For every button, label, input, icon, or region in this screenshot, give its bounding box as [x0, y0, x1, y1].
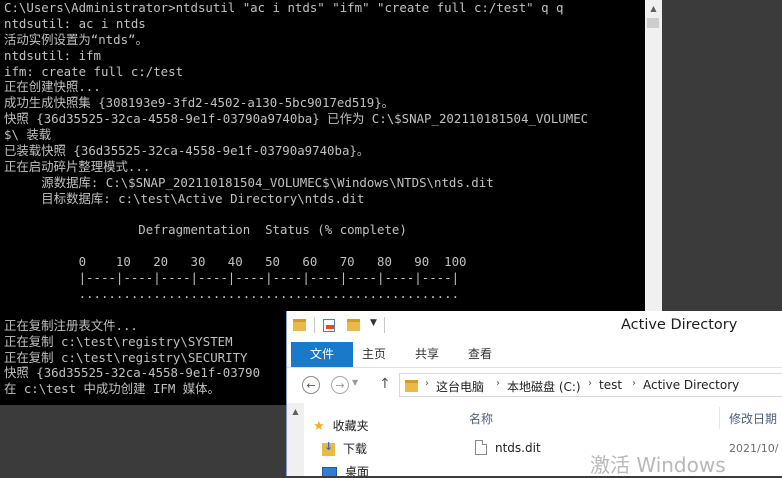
chevron-right-icon[interactable]: › — [425, 378, 429, 389]
console-line: 活动实例设置为“ntds”。 — [4, 31, 148, 47]
nav-item-label: 桌面 — [345, 465, 370, 476]
breadcrumb-active-directory[interactable]: Active Directory — [643, 378, 739, 392]
console-line: Defragmentation Status (% complete) — [4, 222, 407, 238]
file-modified-date: 2021/10/ — [729, 442, 779, 455]
scroll-up-icon[interactable]: ▲ — [287, 407, 304, 416]
desktop-icon — [322, 466, 337, 476]
console-line: ifm: create full c:/test — [4, 63, 184, 79]
console-line: 正在启动碎片整理模式... — [4, 158, 151, 174]
tab-view[interactable]: 查看 — [468, 342, 492, 367]
console-line: 源数据库: C:\$SNAP_202110181504_VOLUMEC$\Win… — [4, 174, 494, 190]
star-icon: ★ — [313, 419, 325, 434]
nav-item-favorites[interactable]: ★ 收藏夹 — [313, 417, 369, 434]
console-line: 已装载快照 {36d35525-32ca-4558-9e1f-03790a974… — [4, 143, 370, 159]
toolbar-divider — [314, 317, 315, 333]
scroll-thumb[interactable] — [647, 18, 659, 28]
nav-item-desktop[interactable]: 桌面 — [322, 463, 369, 476]
chevron-right-icon[interactable]: › — [588, 378, 592, 389]
back-arrow-icon[interactable]: ← — [302, 376, 320, 394]
console-line: 快照 {36d35525-32ca-4558-9e1f-03790a9740ba… — [4, 111, 589, 127]
folder-icon — [405, 380, 418, 392]
nav-item-downloads[interactable]: 下载 — [322, 440, 367, 457]
desktop-background — [0, 405, 290, 476]
console-line: 成功生成快照集 {308193e9-3fd2-4502-a130-5bc9017… — [4, 95, 395, 111]
up-arrow-icon[interactable]: ↑ — [379, 376, 391, 392]
chevron-right-icon[interactable]: › — [496, 378, 500, 389]
console-line: $\ 装载 — [4, 127, 52, 143]
nav-item-label: 收藏夹 — [332, 419, 369, 433]
console-line: C:\Users\Administrator>ntdsutil "ac i nt… — [4, 0, 564, 15]
column-header-name[interactable]: 名称 — [469, 410, 493, 427]
address-input[interactable]: › 这台电脑 › 本地磁盘 (C:) › test › Active Direc… — [399, 373, 782, 397]
console-line: 目标数据库: c:\test\Active Directory\ntds.dit — [4, 190, 365, 206]
window-title: Active Directory — [621, 317, 738, 333]
nav-scrollbar[interactable]: ▲ — [287, 403, 304, 476]
title-bar[interactable]: ▼ Active Directory — [287, 311, 782, 342]
console-line: ntdsutil: ifm — [4, 47, 101, 63]
new-folder-icon[interactable] — [347, 319, 360, 331]
breadcrumb-test[interactable]: test — [599, 378, 622, 392]
toolbar-divider — [384, 317, 385, 333]
breadcrumb-this-pc[interactable]: 这台电脑 — [436, 378, 484, 395]
activation-watermark: 激活 Windows — [590, 453, 726, 477]
address-bar-row: ← → ▼ ↑ › 这台电脑 › 本地磁盘 (C:) › test › Acti… — [287, 368, 782, 402]
file-icon — [475, 440, 487, 455]
navigation-pane: ▲ ★ 收藏夹 下载 桌面 — [287, 403, 453, 476]
column-divider[interactable] — [719, 407, 720, 429]
chevron-down-icon[interactable]: ▼ — [352, 378, 358, 387]
chevron-right-icon[interactable]: › — [632, 378, 636, 389]
console-line: |----|----|----|----|----|----|----|----… — [4, 270, 460, 286]
download-folder-icon — [322, 440, 335, 456]
tab-file[interactable]: 文件 — [291, 342, 353, 367]
chevron-down-icon[interactable]: ▼ — [370, 318, 377, 328]
file-name: ntds.dit — [495, 441, 541, 455]
breadcrumb-local-disk[interactable]: 本地磁盘 (C:) — [507, 378, 581, 395]
console-line: ntdsutil: ac i ntds — [4, 15, 146, 31]
ribbon-tabs: 文件 主页 共享 查看 — [287, 342, 782, 368]
properties-icon[interactable] — [323, 319, 335, 332]
scroll-up-icon[interactable]: ▲ — [645, 0, 662, 17]
console-line: 0 10 20 30 40 50 60 70 80 90 100 — [4, 254, 467, 270]
nav-item-label: 下载 — [343, 442, 368, 456]
tab-share[interactable]: 共享 — [415, 342, 439, 367]
console-line: ........................................… — [4, 286, 460, 302]
folder-icon[interactable] — [293, 319, 306, 331]
column-header-modified[interactable]: 修改日期 — [729, 410, 777, 427]
forward-arrow-icon[interactable]: → — [331, 376, 349, 394]
tab-home[interactable]: 主页 — [362, 342, 386, 367]
console-line: 正在创建快照... — [4, 79, 101, 95]
